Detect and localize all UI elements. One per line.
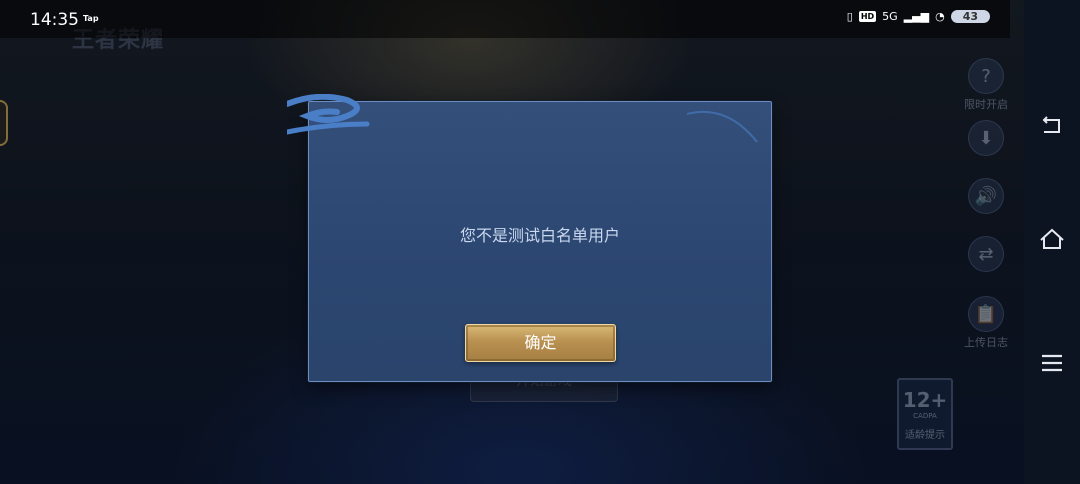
hd-badge: HD	[858, 11, 877, 22]
dialog-ornament	[287, 94, 758, 143]
menu-icon[interactable]	[1038, 349, 1066, 377]
game-screen: 王者荣耀 ? 限时开启 ⬇ 🔊 ⇄ 📋 上传日志 开始游戏 12+ CADPA …	[0, 0, 1024, 484]
back-icon[interactable]	[1038, 112, 1066, 140]
status-time: 14:35	[30, 10, 79, 30]
alert-dialog: 您不是测试白名单用户 确定	[287, 94, 772, 382]
home-icon[interactable]	[1038, 226, 1066, 254]
signal-icon: ▂▄▆	[903, 10, 930, 23]
dialog-message: 您不是测试白名单用户	[459, 226, 620, 245]
confirm-button[interactable]: 确定	[465, 324, 616, 362]
network-label: 5G	[882, 10, 898, 23]
wifi-icon: ◔	[935, 10, 945, 23]
system-nav-bar	[1024, 0, 1080, 484]
status-icons: ▯ HD 5G ▂▄▆ ◔ 43	[847, 10, 990, 23]
tap-indicator: Tap	[83, 14, 99, 23]
battery-level: 43	[950, 10, 990, 23]
vibrate-icon: ▯	[846, 10, 853, 23]
status-bar: 14:35 Tap ▯ HD 5G ▂▄▆ ◔ 43	[0, 0, 1010, 38]
